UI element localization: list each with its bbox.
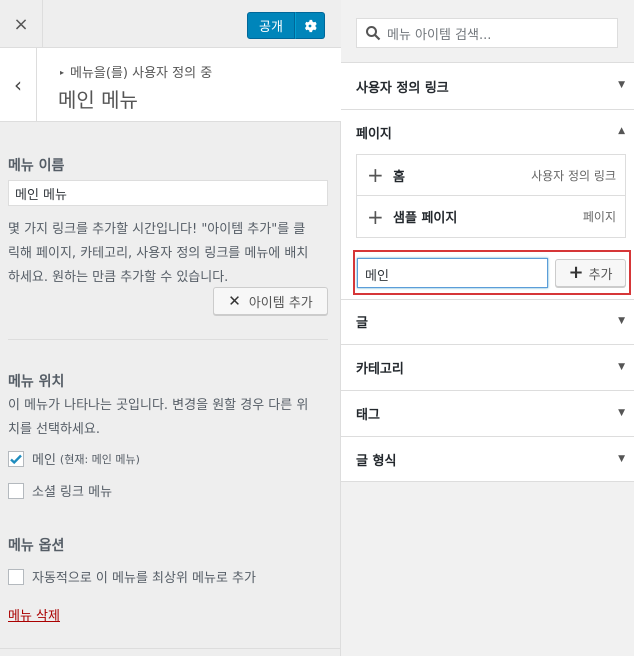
divider — [0, 648, 341, 649]
delete-menu-link[interactable]: 메뉴 삭제 — [8, 605, 60, 624]
gear-icon[interactable] — [295, 12, 325, 39]
page-title: 홈 — [393, 169, 405, 185]
breadcrumb-arrow-icon: ▸ — [60, 68, 65, 77]
checkbox-checked[interactable] — [8, 450, 24, 467]
chevron-down-icon: ▼ — [618, 408, 625, 418]
breadcrumb: ▸ 메뉴을(를) 사용자 정의 중 — [60, 62, 212, 81]
description-line: 릭해 페이지, 카테고리, 사용자 정의 링크를 메뉴에 배치 — [8, 246, 309, 261]
accordion-title: 페이지 — [356, 127, 392, 142]
option-note: (현재: 메인 메뉴) — [59, 452, 140, 466]
available-items-panel: 메뉴 아이템 검색... 사용자 정의 링크 ▼ 페이지 ▲ + 홈 사용자 정… — [341, 0, 634, 656]
accordion-title: 사용자 정의 링크 — [356, 81, 449, 96]
menu-settings-panel: × 공개 ‹ ▸ 메뉴을(를) 사용자 정의 중 메인 메뉴 메뉴 이름 메인 메… — [0, 0, 341, 656]
accordion-title: 글 형식 — [356, 454, 397, 469]
customizer: × 공개 ‹ ▸ 메뉴을(를) 사용자 정의 중 메인 메뉴 메뉴 이름 메인 메… — [0, 0, 634, 656]
accordion-custom-links[interactable]: 사용자 정의 링크 ▼ — [341, 62, 634, 109]
auto-add-option[interactable]: 자동적으로 이 메뉴를 최상위 메뉴로 추가 — [8, 567, 256, 586]
accordion-categories[interactable]: 카테고리 ▼ — [341, 344, 634, 390]
page-title: 샘플 페이지 — [393, 211, 458, 226]
help-line: 치를 선택하세요. — [8, 422, 100, 437]
add-page-label: 추가 — [588, 267, 613, 283]
menu-description: 몇 가지 링크를 추가할 시간입니다! "아이템 추가"를 클 릭해 페이지, … — [8, 218, 330, 290]
chevron-down-icon: ▼ — [618, 454, 625, 464]
close-icon[interactable]: × — [0, 0, 43, 48]
option-label: 소셜 링크 메뉴 — [32, 485, 113, 500]
publish-button[interactable]: 공개 — [247, 12, 295, 39]
accordion-title: 태그 — [356, 408, 380, 423]
option-label: 메인 — [32, 453, 56, 468]
chevron-up-icon: ▲ — [618, 126, 625, 136]
accordion-title: 카테고리 — [356, 362, 404, 377]
help-line: 이 메뉴가 나타나는 곳입니다. 변경을 원할 경우 다른 위 — [8, 398, 309, 413]
chevron-down-icon: ▼ — [618, 316, 625, 326]
search-icon — [366, 26, 381, 41]
accordion-title: 글 — [356, 316, 368, 331]
breadcrumb-text: 메뉴을(를) 사용자 정의 중 — [70, 66, 213, 81]
menu-items-search[interactable]: 메뉴 아이템 검색... — [356, 18, 618, 48]
description-line: 몇 가지 링크를 추가할 시간입니다! "아이템 추가"를 클 — [8, 222, 306, 237]
location-option-main[interactable]: 메인 (현재: 메인 메뉴) — [8, 449, 140, 468]
add-items-button[interactable]: ✕ 아이템 추가 — [213, 287, 328, 315]
publish-group: 공개 — [247, 12, 325, 39]
page-title: 메인 메뉴 — [58, 88, 138, 112]
menu-name-label: 메뉴 이름 — [8, 158, 65, 174]
page-type: 사용자 정의 링크 — [531, 168, 616, 183]
plus-icon: + — [367, 204, 384, 229]
add-items-label: 아이템 추가 — [248, 295, 313, 311]
checkbox-unchecked[interactable] — [8, 568, 24, 585]
accordion-post-formats[interactable]: 글 형식 ▼ — [341, 436, 634, 482]
checkbox-unchecked[interactable] — [8, 482, 24, 499]
chevron-down-icon: ▼ — [618, 80, 625, 90]
auto-add-label: 자동적으로 이 메뉴를 최상위 메뉴로 추가 — [32, 571, 256, 586]
divider — [8, 339, 328, 340]
menu-locations-help: 이 메뉴가 나타나는 곳입니다. 변경을 원할 경우 다른 위 치를 선택하세요… — [8, 394, 330, 442]
accordion-posts[interactable]: 글 ▼ — [341, 299, 634, 344]
page-type: 페이지 — [582, 210, 616, 224]
list-item[interactable]: + 홈 사용자 정의 링크 — [357, 155, 625, 196]
section-header: ‹ ▸ 메뉴을(를) 사용자 정의 중 메인 메뉴 — [0, 48, 341, 122]
customizer-topbar: × 공개 — [0, 0, 341, 48]
plus-icon: + — [568, 262, 584, 283]
plus-icon: + — [367, 163, 384, 187]
menu-name-input[interactable]: 메인 메뉴 — [8, 180, 328, 206]
chevron-down-icon: ▼ — [618, 362, 625, 372]
pages-list: + 홈 사용자 정의 링크 + 샘플 페이지 페이지 — [356, 154, 626, 238]
back-icon[interactable]: ‹ — [0, 48, 37, 122]
close-x-icon: ✕ — [228, 292, 241, 310]
location-option-social[interactable]: 소셜 링크 메뉴 — [8, 481, 112, 500]
menu-locations-label: 메뉴 위치 — [8, 374, 65, 390]
search-placeholder: 메뉴 아이템 검색... — [387, 27, 492, 43]
new-page-input[interactable]: 메인 — [357, 258, 548, 288]
add-page-button[interactable]: + 추가 — [555, 259, 626, 287]
menu-options-label: 메뉴 옵션 — [8, 538, 65, 554]
accordion-tags[interactable]: 태그 ▼ — [341, 390, 634, 436]
list-item[interactable]: + 샘플 페이지 페이지 — [357, 196, 625, 237]
